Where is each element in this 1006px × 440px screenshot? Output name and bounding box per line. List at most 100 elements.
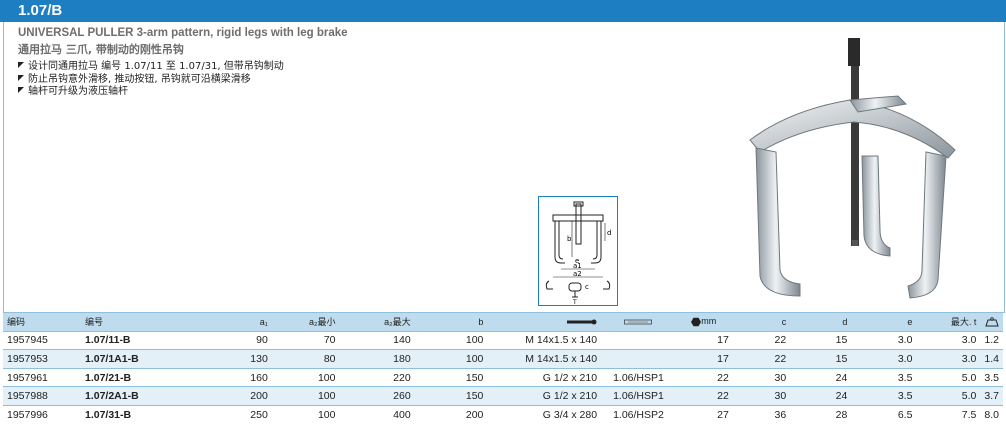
cell-b: 100 <box>465 334 484 347</box>
table-row: 1957988 1.07/2A1-B 200 100 260 150 G 1/2… <box>3 386 1003 406</box>
cell-d: 28 <box>835 408 848 421</box>
cell-c: 22 <box>774 334 787 347</box>
cell-thread: M 14x1.5 x 140 <box>525 352 598 365</box>
cell-b: 200 <box>465 408 484 421</box>
three-arm-puller-illustration <box>749 38 956 299</box>
cell-mm: 22 <box>717 390 729 403</box>
cell-weight: 3.7 <box>984 390 999 403</box>
diagram-label-d: d <box>607 229 611 237</box>
cell-c: 30 <box>774 371 787 384</box>
cell-hydraulic-spindle: 1.06/HSP1 <box>613 390 664 403</box>
cell-a2-max: 400 <box>393 408 411 421</box>
cell-b: 150 <box>465 390 484 403</box>
cell-e: 6.5 <box>897 408 913 421</box>
col-header-a1: a₁ <box>210 313 272 332</box>
cell-c: 22 <box>774 352 787 365</box>
bullet-triangle-icon <box>18 62 24 68</box>
cell-b: 100 <box>465 352 484 365</box>
cell-mm: 22 <box>717 371 729 384</box>
feature-list: 设计同通用拉马 编号 1.07/11 至 1.07/31, 但带吊钩制动 防止吊… <box>18 61 284 99</box>
col-header-c: c <box>732 313 791 332</box>
cell-a2-min: 80 <box>323 352 336 365</box>
cell-mm: 17 <box>717 334 729 347</box>
col-header-d: d <box>790 313 852 332</box>
section-code: 1.07/B <box>18 2 63 19</box>
cell-number: 1.07/2A1-B <box>84 390 139 403</box>
weight-icon <box>980 313 1003 332</box>
table-row: 1957996 1.07/31-B 250 100 400 200 G 3/4 … <box>3 405 1003 424</box>
cell-thread: M 14x1.5 x 140 <box>525 334 598 347</box>
section-header-bar: 1.07/B <box>0 0 1006 22</box>
cell-mm: 27 <box>717 408 729 421</box>
cell-hydraulic-spindle <box>601 331 675 350</box>
puller-product-image <box>730 30 970 310</box>
cell-a2-max: 220 <box>393 371 411 384</box>
diagram-label-t: T <box>572 299 577 305</box>
cell-t: 7.5 <box>961 408 977 421</box>
cell-a2-max: 260 <box>393 390 411 403</box>
cell-a1: 90 <box>256 334 268 347</box>
cell-weight: 1.4 <box>984 352 999 365</box>
cell-a1: 160 <box>250 371 268 384</box>
diagram-label-b: b <box>567 235 572 243</box>
cell-a2-min: 100 <box>317 390 336 403</box>
cell-hydraulic-spindle: 1.06/HSP1 <box>613 371 664 384</box>
cell-code: 1957988 <box>7 390 48 403</box>
cell-hydraulic-spindle: 1.06/HSP2 <box>613 408 664 421</box>
cell-a1: 130 <box>250 352 268 365</box>
cell-number: 1.07/11-B <box>84 334 131 347</box>
cell-a2-min: 100 <box>317 371 336 384</box>
cell-thread: G 1/2 x 210 <box>542 390 598 403</box>
specification-table: 编码 编号 a₁ a₂最小 a₂最大 b mm c d e 最大. t 1957… <box>3 313 1003 424</box>
cell-b: 150 <box>465 371 484 384</box>
product-title-en: UNIVERSAL PULLER 3-arm pattern, rigid le… <box>18 27 348 39</box>
cell-number: 1.07/21-B <box>84 371 132 384</box>
cell-d: 24 <box>835 371 848 384</box>
cell-code: 1957961 <box>7 371 48 384</box>
feature-item: 轴杆可升级为液压轴杆 <box>18 86 284 99</box>
col-header-t: 最大. t <box>916 313 981 332</box>
table-row: 1957961 1.07/21-B 160 100 220 150 G 1/2 … <box>3 368 1003 387</box>
bullet-triangle-icon <box>18 74 24 81</box>
col-header-code: 编码 <box>3 313 81 332</box>
dimension-diagram: b d e a1 a2 c T <box>538 196 618 306</box>
puller-schematic: b d e a1 a2 c T <box>545 201 611 306</box>
cell-d: 24 <box>835 390 848 403</box>
cell-mm: 17 <box>717 352 729 365</box>
cell-t: 5.0 <box>961 390 977 403</box>
col-header-a2-max: a₂最大 <box>339 313 415 332</box>
cell-weight: 3.5 <box>984 371 999 384</box>
cell-e: 3.5 <box>897 390 913 403</box>
diagram-label-a1: a1 <box>573 262 582 270</box>
table-row: 1957945 1.07/11-B 90 70 140 100 M 14x1.5… <box>3 331 1003 350</box>
diagram-label-c: c <box>585 283 589 291</box>
cell-thread: G 3/4 x 280 <box>542 408 598 421</box>
cell-thread: G 1/2 x 210 <box>542 371 598 384</box>
cell-t: 5.0 <box>961 371 977 384</box>
cell-a1: 200 <box>250 390 268 403</box>
spindle-icon <box>487 313 602 332</box>
cell-d: 15 <box>835 334 848 347</box>
feature-item: 防止吊钩意外滑移, 推动按钮, 吊钩就可沿横梁滑移 <box>18 74 284 87</box>
col-header-a2-min: a₂最小 <box>271 313 340 332</box>
cell-e: 3.0 <box>897 334 913 347</box>
cell-c: 36 <box>774 408 787 421</box>
table-header-row: 编码 编号 a₁ a₂最小 a₂最大 b mm c d e 最大. t <box>3 313 1003 332</box>
cell-a2-max: 180 <box>393 352 411 365</box>
cell-weight: 1.2 <box>984 334 999 347</box>
product-title-cn: 通用拉马 三爪, 带制动的刚性吊钩 <box>18 43 184 56</box>
cell-code: 1957996 <box>7 408 48 421</box>
table-row: 1957953 1.07/1A1-B 130 80 180 100 M 14x1… <box>3 349 1003 369</box>
cell-code: 1957953 <box>7 352 48 365</box>
cell-hydraulic-spindle <box>601 350 675 369</box>
cell-number: 1.07/1A1-B <box>84 352 139 365</box>
col-header-b: b <box>414 313 488 332</box>
col-header-e: e <box>851 313 917 332</box>
cell-weight: 8.0 <box>984 408 999 421</box>
cell-a2-min: 70 <box>323 334 336 347</box>
diagram-label-a2: a2 <box>573 270 582 278</box>
cell-number: 1.07/31-B <box>84 408 132 421</box>
cell-a1: 250 <box>250 408 268 421</box>
bullet-triangle-icon <box>18 87 24 93</box>
cell-t: 3.0 <box>961 352 977 365</box>
